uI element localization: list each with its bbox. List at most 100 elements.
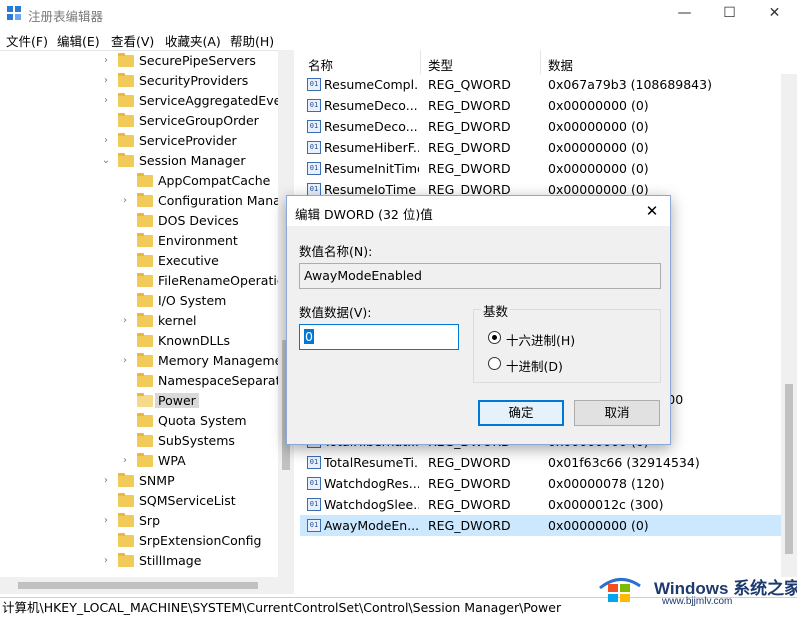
cancel-button[interactable]: 取消	[574, 400, 660, 426]
value-row[interactable]: 01 ResumeHiberF... REG_DWORD 0x00000000 (0)	[300, 137, 797, 158]
tree-item[interactable]: ⌄ Session Manager	[0, 151, 293, 171]
ok-button[interactable]: 确定	[478, 400, 564, 426]
value-row[interactable]: 01 WatchdogSlee... REG_DWORD 0x0000012c (30…	[300, 494, 797, 515]
collapse-icon[interactable]: ⌄	[101, 154, 111, 168]
value-name: WatchdogRes...	[324, 476, 419, 491]
folder-icon	[137, 293, 153, 307]
tree-item[interactable]: AppCompatCache	[0, 171, 293, 191]
dialog-close-button[interactable]: ✕	[642, 201, 662, 221]
menu-file[interactable]: 文件(F)	[6, 31, 48, 50]
tree-item-label: NamespaceSeparation	[158, 373, 294, 388]
tree-item[interactable]: FileRenameOperations	[0, 271, 293, 291]
decimal-radio[interactable]	[488, 357, 501, 370]
folder-icon	[118, 493, 134, 507]
tree-item-label: Srp	[139, 513, 161, 528]
tree-item-label: ServiceProvider	[139, 133, 237, 148]
tree-item[interactable]: Environment	[0, 231, 293, 251]
tree-item[interactable]: › SNMP	[0, 471, 293, 491]
tree-item[interactable]: SrpExtensionConfig	[0, 531, 293, 551]
tree-item[interactable]: › ServiceAggregatedEvents	[0, 91, 293, 111]
value-row[interactable]: 01 ResumeDeco... REG_DWORD 0x00000000 (0)	[300, 116, 797, 137]
tree-item[interactable]: SQMServiceList	[0, 491, 293, 511]
tree-item[interactable]: › StillImage	[0, 551, 293, 571]
expand-icon[interactable]: ›	[101, 134, 111, 148]
expand-icon[interactable]: ›	[101, 474, 111, 488]
menu-help[interactable]: 帮助(H)	[230, 31, 274, 50]
tree-item[interactable]: Power	[0, 391, 293, 411]
expand-icon[interactable]: ›	[101, 74, 111, 88]
value-row[interactable]: 01 ResumeInitTime REG_DWORD 0x00000000 (0)	[300, 158, 797, 179]
column-divider[interactable]	[540, 50, 541, 74]
tree-item[interactable]: I/O System	[0, 291, 293, 311]
tree-item-label: WPA	[158, 453, 186, 468]
tree-item-label: kernel	[158, 313, 197, 328]
hex-radio[interactable]	[488, 331, 501, 344]
expand-icon[interactable]: ›	[120, 354, 130, 368]
value-data-input[interactable]: 0	[299, 324, 459, 350]
tree-item-label: SQMServiceList	[139, 493, 236, 508]
value-row[interactable]: 01 WatchdogRes... REG_DWORD 0x00000078 (120…	[300, 473, 797, 494]
hex-radio-label[interactable]: 十六进制(H)	[506, 330, 575, 349]
watermark: Windows 系统之家 www.bjjmlv.com	[596, 566, 797, 610]
expand-icon[interactable]: ›	[101, 514, 111, 528]
value-row[interactable]: 01 AwayModeEn... REG_DWORD 0x00000000 (0)	[300, 515, 797, 536]
decimal-radio-label[interactable]: 十进制(D)	[506, 356, 563, 375]
tree-item[interactable]: Executive	[0, 251, 293, 271]
tree-item[interactable]: SubSystems	[0, 431, 293, 451]
value-data-label: 数值数据(V):	[299, 305, 372, 320]
minimize-button[interactable]: —	[662, 0, 707, 28]
expand-icon[interactable]: ›	[101, 54, 111, 68]
menu-favorites[interactable]: 收藏夹(A)	[165, 31, 221, 50]
expand-icon	[120, 294, 130, 308]
tree-item[interactable]: › Configuration Manager	[0, 191, 293, 211]
tree-item[interactable]: › WPA	[0, 451, 293, 471]
value-name: WatchdogSlee...	[324, 497, 419, 512]
expand-icon	[120, 414, 130, 428]
expand-icon	[120, 434, 130, 448]
tree-item-label: AppCompatCache	[158, 173, 271, 188]
column-divider[interactable]	[420, 50, 421, 74]
folder-icon	[118, 513, 134, 527]
tree-horizontal-scrollbar[interactable]	[0, 577, 294, 594]
menu-view[interactable]: 查看(V)	[111, 31, 154, 50]
tree-item[interactable]: KnownDLLs	[0, 331, 293, 351]
reg-binary-value-icon: 01	[307, 519, 321, 532]
value-type: REG_QWORD	[428, 77, 511, 92]
tree-item[interactable]: › kernel	[0, 311, 293, 331]
tree-item[interactable]: ServiceGroupOrder	[0, 111, 293, 131]
expand-icon[interactable]: ›	[101, 94, 111, 108]
list-vertical-scrollbar[interactable]	[781, 74, 797, 577]
column-name[interactable]: 名称	[308, 55, 333, 74]
column-data[interactable]: 数据	[548, 55, 573, 74]
value-row[interactable]: 01 TotalResumeTi... REG_DWORD 0x01f63c66 (3…	[300, 452, 797, 473]
expand-icon[interactable]: ›	[120, 314, 130, 328]
maximize-button[interactable]: ☐	[707, 0, 752, 28]
tree-item[interactable]: DOS Devices	[0, 211, 293, 231]
tree-item[interactable]: NamespaceSeparation	[0, 371, 294, 391]
tree-item[interactable]: › SecurityProviders	[0, 71, 293, 91]
list-scroll-thumb[interactable]	[785, 384, 793, 554]
expand-icon[interactable]: ›	[101, 554, 111, 568]
value-row[interactable]: 01 ResumeCompl... REG_QWORD 0x067a79b3 (108…	[300, 74, 797, 95]
title-bar: 注册表编辑器 — ☐ ✕	[0, 0, 797, 28]
close-button[interactable]: ✕	[752, 0, 797, 28]
folder-icon	[137, 333, 153, 347]
folder-icon	[118, 53, 134, 67]
tree-item[interactable]: › SecurePipeServers	[0, 51, 293, 71]
expand-icon[interactable]: ›	[120, 454, 130, 468]
tree-item[interactable]: › ServiceProvider	[0, 131, 293, 151]
column-type[interactable]: 类型	[428, 55, 453, 74]
value-data: 0x01f63c66 (32914534)	[548, 455, 700, 470]
tree-hscroll-thumb[interactable]	[18, 582, 258, 589]
menu-edit[interactable]: 编辑(E)	[57, 31, 100, 50]
value-row[interactable]: 01 ResumeDeco... REG_DWORD 0x00000000 (0)	[300, 95, 797, 116]
folder-icon	[118, 73, 134, 87]
tree-item-label: Session Manager	[139, 153, 246, 168]
expand-icon[interactable]: ›	[120, 194, 130, 208]
tree-item[interactable]: Quota System	[0, 411, 293, 431]
tree-item[interactable]: › Memory Management	[0, 351, 293, 371]
tree-item[interactable]: › Srp	[0, 511, 293, 531]
tree-item-label: SubSystems	[158, 433, 235, 448]
value-data: 0x00000000 (0)	[548, 161, 649, 176]
registry-tree[interactable]: › SecurePipeServers › SecurityProviders › Ser…	[0, 50, 294, 594]
